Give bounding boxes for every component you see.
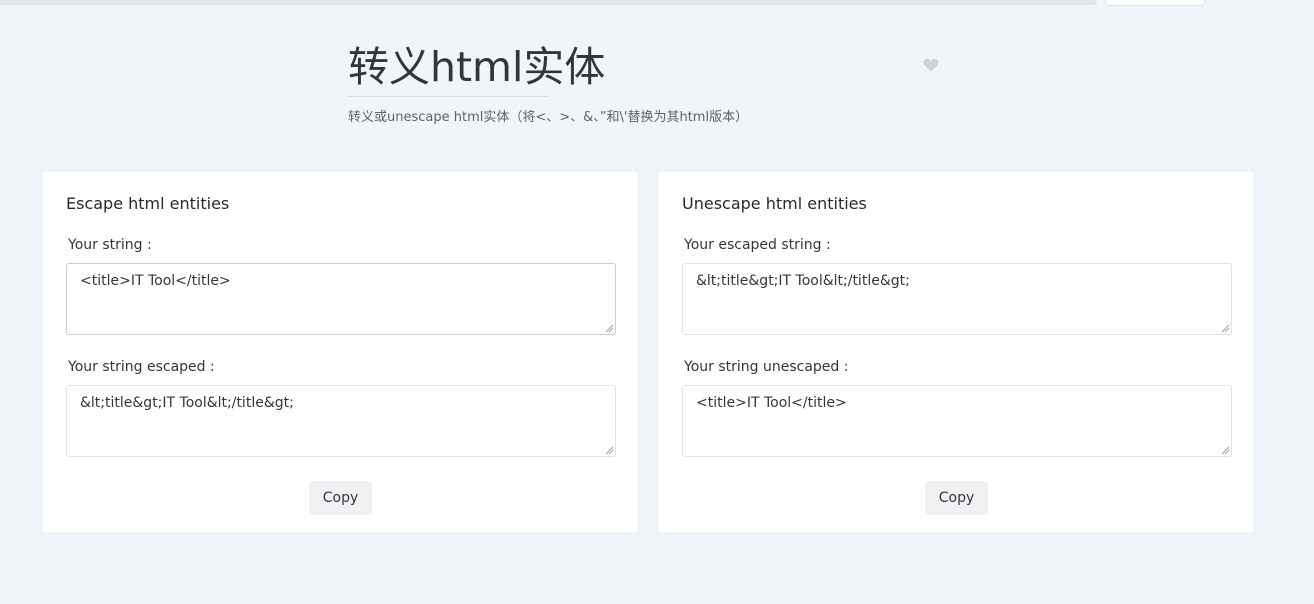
escape-card: Escape html entities Your string : <titl… bbox=[41, 170, 639, 534]
resize-grip-icon[interactable] bbox=[1220, 445, 1230, 455]
top-right-box[interactable] bbox=[1105, 0, 1205, 6]
unescape-output-label: Your string unescaped : bbox=[684, 359, 849, 375]
unescape-card-title: Unescape html entities bbox=[682, 194, 867, 213]
unescape-card: Unescape html entities Your escaped stri… bbox=[657, 170, 1255, 534]
escape-output-value: &lt;title&gt;IT Tool&lt;/title&gt; bbox=[80, 395, 294, 411]
unescape-input-field[interactable]: &lt;title&gt;IT Tool&lt;/title&gt; bbox=[682, 263, 1232, 335]
resize-grip-icon[interactable] bbox=[604, 323, 614, 333]
top-strip bbox=[0, 0, 1097, 5]
escape-input-label: Your string : bbox=[68, 237, 152, 253]
escape-input-value: <title>IT Tool</title> bbox=[80, 273, 231, 289]
tool-description: 转义或unescape html实体（将<、>、&、”和\'替换为其html版本… bbox=[348, 110, 749, 125]
favorite-button[interactable] bbox=[922, 56, 940, 74]
escape-copy-button[interactable]: Copy bbox=[309, 481, 372, 515]
escape-input-field[interactable]: <title>IT Tool</title> bbox=[66, 263, 616, 335]
escape-output-label: Your string escaped : bbox=[68, 359, 215, 375]
unescape-input-label: Your escaped string : bbox=[684, 237, 831, 253]
resize-grip-icon[interactable] bbox=[604, 445, 614, 455]
unescape-copy-button[interactable]: Copy bbox=[925, 481, 988, 515]
title-divider bbox=[348, 96, 548, 97]
unescape-output-value: <title>IT Tool</title> bbox=[696, 395, 847, 411]
tool-header: 转义html实体 转义或unescape html实体（将<、>、&、”和\'替… bbox=[348, 36, 948, 136]
heart-icon bbox=[923, 58, 939, 72]
resize-grip-icon[interactable] bbox=[1220, 323, 1230, 333]
escape-card-title: Escape html entities bbox=[66, 194, 230, 213]
escape-output-field[interactable]: &lt;title&gt;IT Tool&lt;/title&gt; bbox=[66, 385, 616, 457]
unescape-input-value: &lt;title&gt;IT Tool&lt;/title&gt; bbox=[696, 273, 910, 289]
unescape-output-field[interactable]: <title>IT Tool</title> bbox=[682, 385, 1232, 457]
page-title: 转义html实体 bbox=[348, 43, 606, 91]
